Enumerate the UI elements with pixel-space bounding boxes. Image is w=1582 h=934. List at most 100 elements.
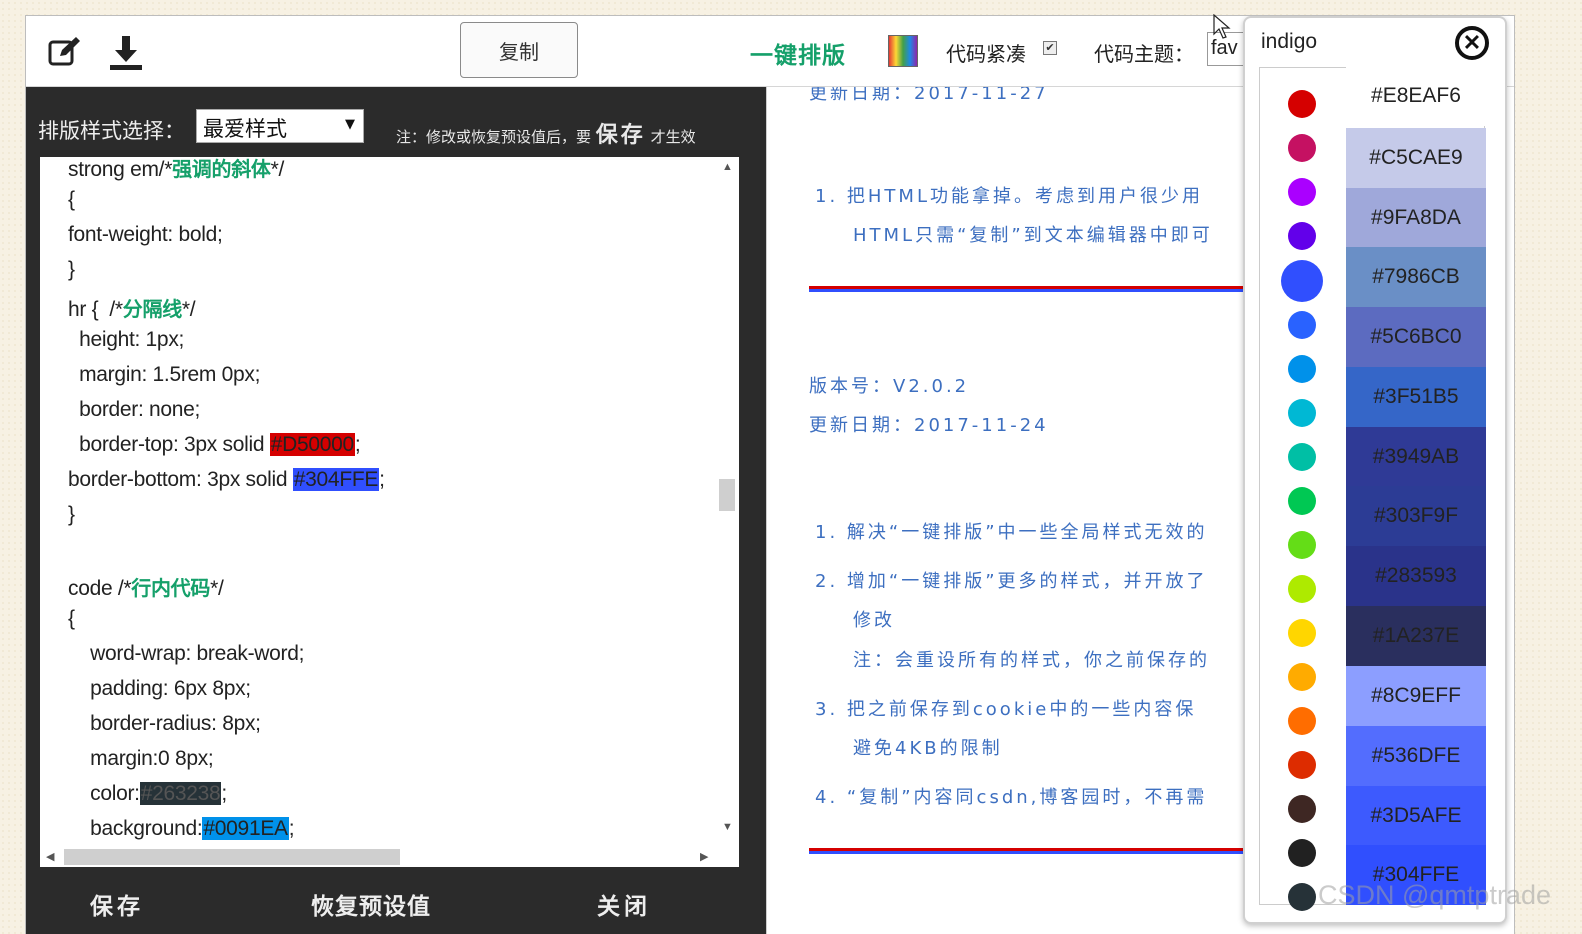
color-dot[interactable] [1288,311,1316,339]
color-shade-swatch[interactable]: #7986CB [1346,247,1486,307]
preview-list-item: 注：会重设所有的样式，你之前保存的 [853,650,1210,671]
color-swatch-0091ea: #0091EA [202,817,289,840]
color-shade-swatch[interactable]: #E8EAF6 [1346,66,1486,126]
preview-divider [809,286,1246,292]
color-dot[interactable] [1288,575,1316,603]
code-line: background:#0091EA; [68,817,295,840]
color-dot[interactable] [1288,355,1316,383]
color-dot[interactable] [1288,399,1316,427]
color-grid: #E8EAF6 #C5CAE9 #9FA8DA #7986CB #5C6BC0 #3F51… [1259,66,1486,911]
code-line: } [68,503,75,526]
color-dot[interactable] [1288,839,1316,867]
restore-defaults-button[interactable]: 恢复预设值 [311,887,431,921]
preview-version: 版本号：V2.0.2 [809,376,970,397]
preview-list-item: 1. 把HTML功能拿掉。考虑到用户很少用 [815,186,1203,207]
close-circle-icon[interactable]: ✕ [1455,26,1489,60]
color-shade-swatch[interactable]: #8C9EFF [1346,666,1486,726]
code-line: margin:0 8px; [68,747,214,770]
code-theme-label: 代码主题： [1094,42,1194,66]
style-select-label: 排版样式选择： [38,119,185,143]
code-line: border-top: 3px solid #D50000; [68,433,361,456]
app-frame: 复制 一键排版 代码紧凑 ✔ 代码主题： fav 排版样式选择： 最爱样式 ▼ … [25,15,1515,934]
code-line: word-wrap: break-word; [68,642,305,665]
color-dot[interactable] [1288,795,1316,823]
color-swatch-d50000: #D50000 [269,433,355,456]
mouse-cursor-icon [1213,13,1231,45]
color-dot[interactable] [1288,883,1316,911]
code-line: { [68,607,75,630]
preview-list-item: 3. 把之前保存到cookie中的一些内容保 [815,699,1197,720]
color-shade-swatch[interactable]: #303F9F [1346,486,1486,546]
color-dot[interactable] [1281,260,1323,302]
color-palette-icon[interactable] [888,35,918,67]
color-dot[interactable] [1288,531,1316,559]
code-line: code /*行内代码*/ [68,576,224,600]
preview-pane: 更新日期：2017-11-27 1. 把HTML功能拿掉。考虑到用户很少用 HT… [766,87,1246,934]
download-icon[interactable] [108,34,144,70]
one-click-format-button[interactable]: 一键排版 [750,36,846,70]
color-dot[interactable] [1288,222,1316,250]
color-shade-swatch[interactable]: #283593 [1346,546,1486,606]
preview-list-item: 2. 增加“一键排版”更多的样式，并开放了 [815,571,1208,592]
note-bold: 保存 [595,123,646,148]
save-button[interactable]: 保存 [90,887,144,921]
code-line: border-bottom: 3px solid #304FFE; [68,468,385,491]
preview-list-item: HTML只需“复制”到文本编辑器中即可 [853,225,1213,246]
color-swatch-304ffe: #304FFE [292,468,380,491]
code-line: margin: 1.5rem 0px; [68,363,261,386]
color-dot[interactable] [1288,751,1316,779]
color-shade-swatch[interactable]: #C5CAE9 [1346,128,1486,188]
color-dot[interactable] [1288,619,1316,647]
color-shade-swatch[interactable]: #3949AB [1346,427,1486,487]
color-shade-swatch[interactable]: #5C6BC0 [1346,307,1486,367]
save-note: 注：修改或恢复预设值后，要 保存 才生效 [396,117,696,149]
color-dot[interactable] [1288,663,1316,691]
copy-button[interactable]: 复制 [460,22,578,78]
code-line: padding: 6px 8px; [68,677,251,700]
code-line: font-weight: bold; [68,223,223,246]
color-shade-swatch[interactable]: #3D5AFE [1346,786,1486,846]
dropdown-arrow-icon: ▼ [345,117,355,132]
vertical-scrollbar[interactable]: ▲ ▼ [717,157,739,847]
code-line: strong em/*强调的斜体*/ [68,157,285,181]
code-line: hr { /*分隔线*/ [68,297,196,321]
horizontal-scrollbar[interactable]: ◀ ▶ [40,847,739,867]
code-line: border-radius: 8px; [68,712,261,735]
vertical-scroll-thumb[interactable] [719,479,735,511]
color-dot[interactable] [1288,487,1316,515]
compact-code-checkbox[interactable]: ✔ [1043,41,1057,55]
style-select[interactable]: 最爱样式 ▼ [196,109,364,143]
preview-date-top: 更新日期：2017-11-27 [809,87,1049,104]
note-suffix: 才生效 [650,128,696,146]
compact-code-label: 代码紧凑 [946,42,1026,66]
color-shade-swatch[interactable]: #9FA8DA [1346,188,1486,248]
color-dot[interactable] [1288,443,1316,471]
close-button[interactable]: 关闭 [597,887,651,921]
color-dot[interactable] [1288,90,1316,118]
color-dot[interactable] [1288,134,1316,162]
code-line: height: 1px; [68,328,185,351]
code-line: { [68,188,75,211]
scroll-up-icon[interactable]: ▲ [722,161,733,173]
preview-list-item: 修改 [853,610,895,631]
horizontal-scroll-thumb[interactable] [64,849,400,865]
style-editor-panel: 排版样式选择： 最爱样式 ▼ 注：修改或恢复预设值后，要 保存 才生效 stro… [26,87,766,934]
preview-divider [809,848,1246,854]
color-shade-swatch[interactable]: #3F51B5 [1346,367,1486,427]
note-prefix: 注：修改或恢复预设值后，要 [396,128,592,146]
scroll-down-icon[interactable]: ▼ [722,821,733,833]
code-line: } [68,258,75,281]
color-shade-swatch[interactable]: #536DFE [1346,726,1486,786]
css-code-editor[interactable]: strong em/*强调的斜体*/ { font-weight: bold; … [40,157,739,867]
scroll-left-icon[interactable]: ◀ [46,850,54,863]
color-dot[interactable] [1288,178,1316,206]
color-picker-popup: indigo ✕ #E8EAF6 #C5CAE9 #9FA8DA #7986CB #5C… [1243,16,1507,924]
code-line: color:#263238; [68,782,227,805]
edit-icon[interactable] [46,34,82,70]
color-shade-swatch[interactable]: #1A237E [1346,606,1486,666]
preview-list-item: 4. “复制”内容同csdn,博客园时，不再需 [815,787,1208,808]
preview-list-item: 1. 解决“一键排版”中一些全局样式无效的 [815,522,1208,543]
scroll-right-icon[interactable]: ▶ [700,850,708,863]
color-dot[interactable] [1288,707,1316,735]
color-swatch-263238: #263238 [139,782,222,805]
